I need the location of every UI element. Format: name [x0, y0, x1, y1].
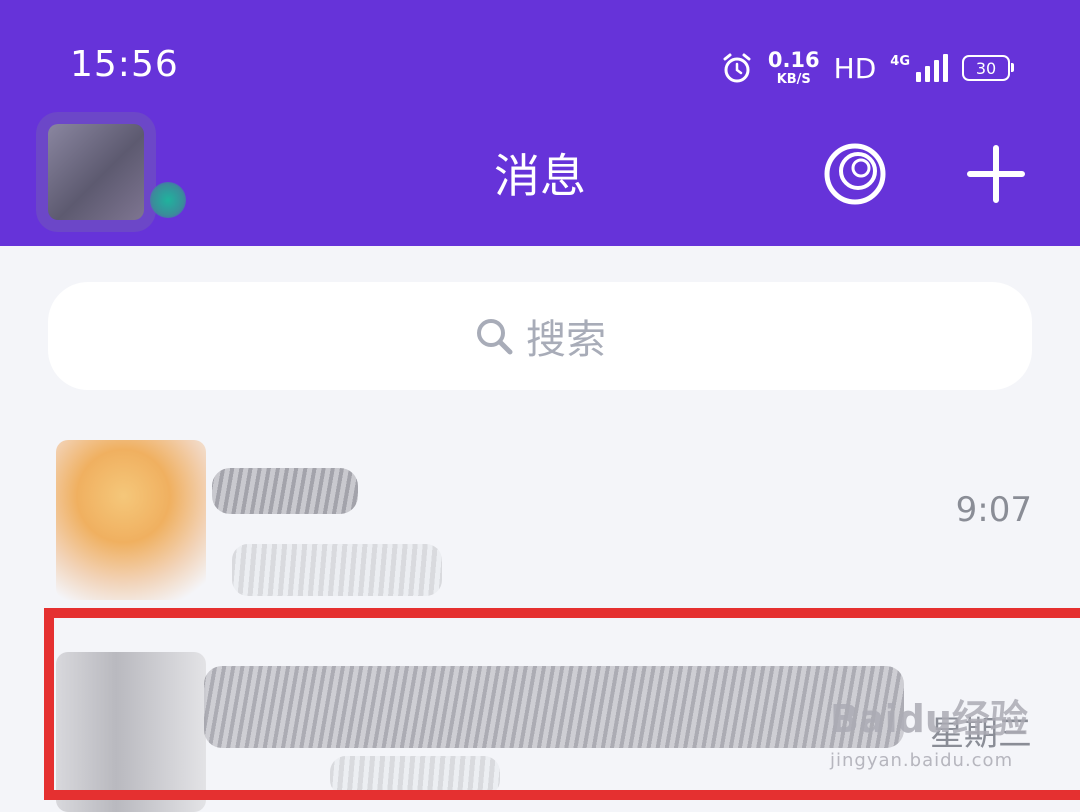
battery-level: 30 [975, 58, 997, 78]
conversation-time: 9:07 [955, 490, 1032, 530]
app-header: 15:56 0.16 KB/S HD 4G 30 消息 [0, 0, 1080, 246]
conversation-item[interactable]: 9:07 [0, 420, 1080, 620]
circle-icon[interactable] [822, 141, 888, 207]
plus-icon[interactable] [966, 144, 1026, 204]
status-time: 15:56 [70, 44, 179, 85]
network-type: 4G [890, 54, 910, 69]
conversation-preview-redacted [232, 544, 442, 596]
network-speed: 0.16 KB/S [767, 48, 820, 87]
alarm-icon [723, 53, 751, 83]
search-icon [477, 319, 513, 355]
battery-icon: 30 [962, 55, 1014, 81]
conversation-name-redacted [204, 666, 904, 748]
watermark: Baidu经验 jingyan.baidu.com [830, 700, 1028, 770]
hd-indicator: HD [833, 51, 877, 85]
conversation-avatar [56, 652, 206, 812]
page-title: 消息 [494, 149, 586, 203]
search-bar[interactable]: 搜索 [48, 282, 1032, 390]
search-placeholder: 搜索 [526, 317, 606, 363]
conversation-name-redacted [212, 468, 358, 514]
signal-icon: 4G [890, 54, 948, 82]
conversation-avatar [56, 440, 206, 600]
watermark-url: jingyan.baidu.com [830, 750, 1014, 771]
conversation-preview-redacted [330, 756, 500, 796]
status-icons: 0.16 KB/S HD 4G 30 [720, 46, 1014, 90]
speed-unit: KB/S [776, 72, 811, 87]
watermark-logo: Baidu经验 [830, 697, 1028, 741]
speed-value: 0.16 [767, 48, 820, 72]
